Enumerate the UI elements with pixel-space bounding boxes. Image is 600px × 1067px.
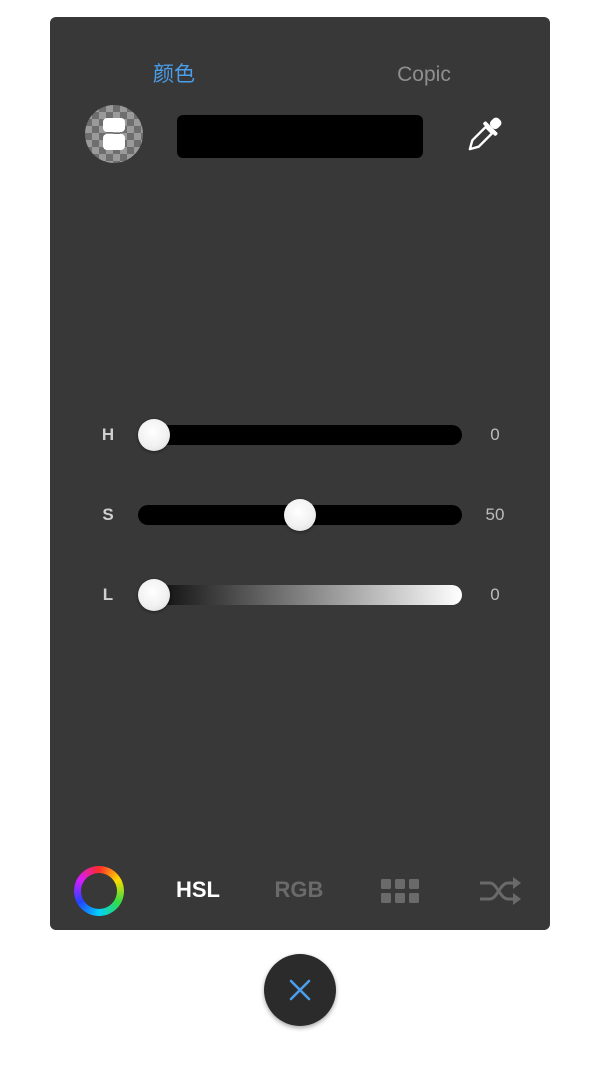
tab-copic[interactable]: Copic [374,57,474,93]
shuffle-icon[interactable] [478,876,522,906]
hue-slider-row: H 0 [50,415,550,455]
tab-rgb[interactable]: RGB [259,870,339,910]
tab-hsl[interactable]: HSL [158,870,238,910]
eraser-icon [103,118,125,150]
transparent-swatch-button[interactable] [85,105,143,163]
close-button[interactable] [264,954,336,1026]
lightness-slider-track[interactable] [138,585,462,605]
hue-slider-thumb[interactable] [138,419,170,451]
close-icon [289,979,311,1001]
lightness-slider-row: L 0 [50,575,550,615]
saturation-slider-thumb[interactable] [284,499,316,531]
lightness-value: 0 [490,585,500,604]
saturation-value: 50 [485,505,505,524]
lightness-label: L [102,585,114,604]
tab-color[interactable]: 颜色 [124,57,224,93]
hue-label: H [101,425,115,444]
eyedropper-icon [468,117,502,151]
mode-bar: HSL RGB [50,860,550,920]
current-color-preview [177,115,423,158]
hue-slider-track[interactable] [138,425,462,445]
saturation-slider-row: S 50 [50,495,550,535]
color-wheel-icon[interactable] [74,866,124,916]
lightness-slider-thumb[interactable] [138,579,170,611]
grid-icon[interactable] [380,878,420,904]
color-picker-panel: 颜色 Copic H 0 S 50 L 0 HSL RGB [50,17,550,930]
saturation-label: S [102,505,114,524]
eyedropper-button[interactable] [460,111,508,159]
hue-value: 0 [490,425,500,444]
